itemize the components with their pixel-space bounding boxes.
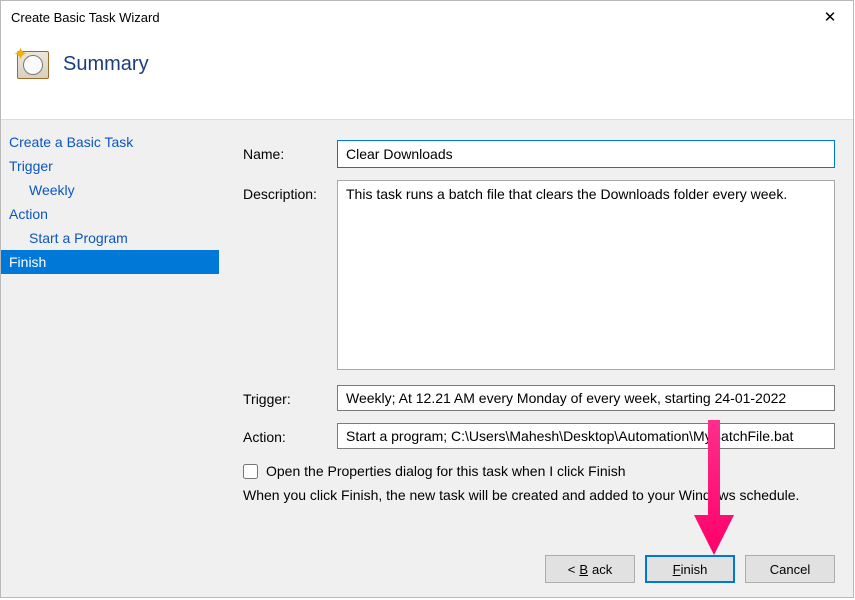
task-scheduler-icon: ✦ [15,47,51,83]
open-properties-label: Open the Properties dialog for this task… [266,463,626,479]
main-panel: Name: Description: Trigger: Action: [219,120,853,597]
finish-button[interactable]: Finish [645,555,735,583]
step-trigger[interactable]: Trigger [1,154,219,178]
wizard-header: ✦ Summary [1,33,853,119]
action-label: Action: [243,423,337,445]
description-label: Description: [243,180,337,202]
finish-note: When you click Finish, the new task will… [243,487,835,503]
open-properties-checkbox[interactable] [243,464,258,479]
step-start-program[interactable]: Start a Program [1,226,219,250]
button-bar: < Back Finish Cancel [545,555,835,583]
cancel-button[interactable]: Cancel [745,555,835,583]
step-sidebar: Create a Basic Task Trigger Weekly Actio… [1,120,219,597]
description-input[interactable] [337,180,835,370]
action-row: Action: [243,423,835,449]
name-label: Name: [243,140,337,162]
step-finish: Finish [1,250,219,274]
action-value [337,423,835,449]
open-properties-row: Open the Properties dialog for this task… [243,463,835,479]
name-input[interactable] [337,140,835,168]
window-title: Create Basic Task Wizard [11,10,807,25]
trigger-value [337,385,835,411]
step-weekly[interactable]: Weekly [1,178,219,202]
page-title: Summary [63,53,149,76]
step-create-basic-task[interactable]: Create a Basic Task [1,130,219,154]
content-area: Create a Basic Task Trigger Weekly Actio… [1,120,853,597]
description-row: Description: [243,180,835,373]
back-button[interactable]: < Back [545,555,635,583]
titlebar: Create Basic Task Wizard ✕ [1,1,853,33]
wizard-window: Create Basic Task Wizard ✕ ✦ Summary Cre… [0,0,854,598]
trigger-row: Trigger: [243,385,835,411]
name-row: Name: [243,140,835,168]
trigger-label: Trigger: [243,385,337,407]
close-icon[interactable]: ✕ [807,1,853,33]
step-action[interactable]: Action [1,202,219,226]
